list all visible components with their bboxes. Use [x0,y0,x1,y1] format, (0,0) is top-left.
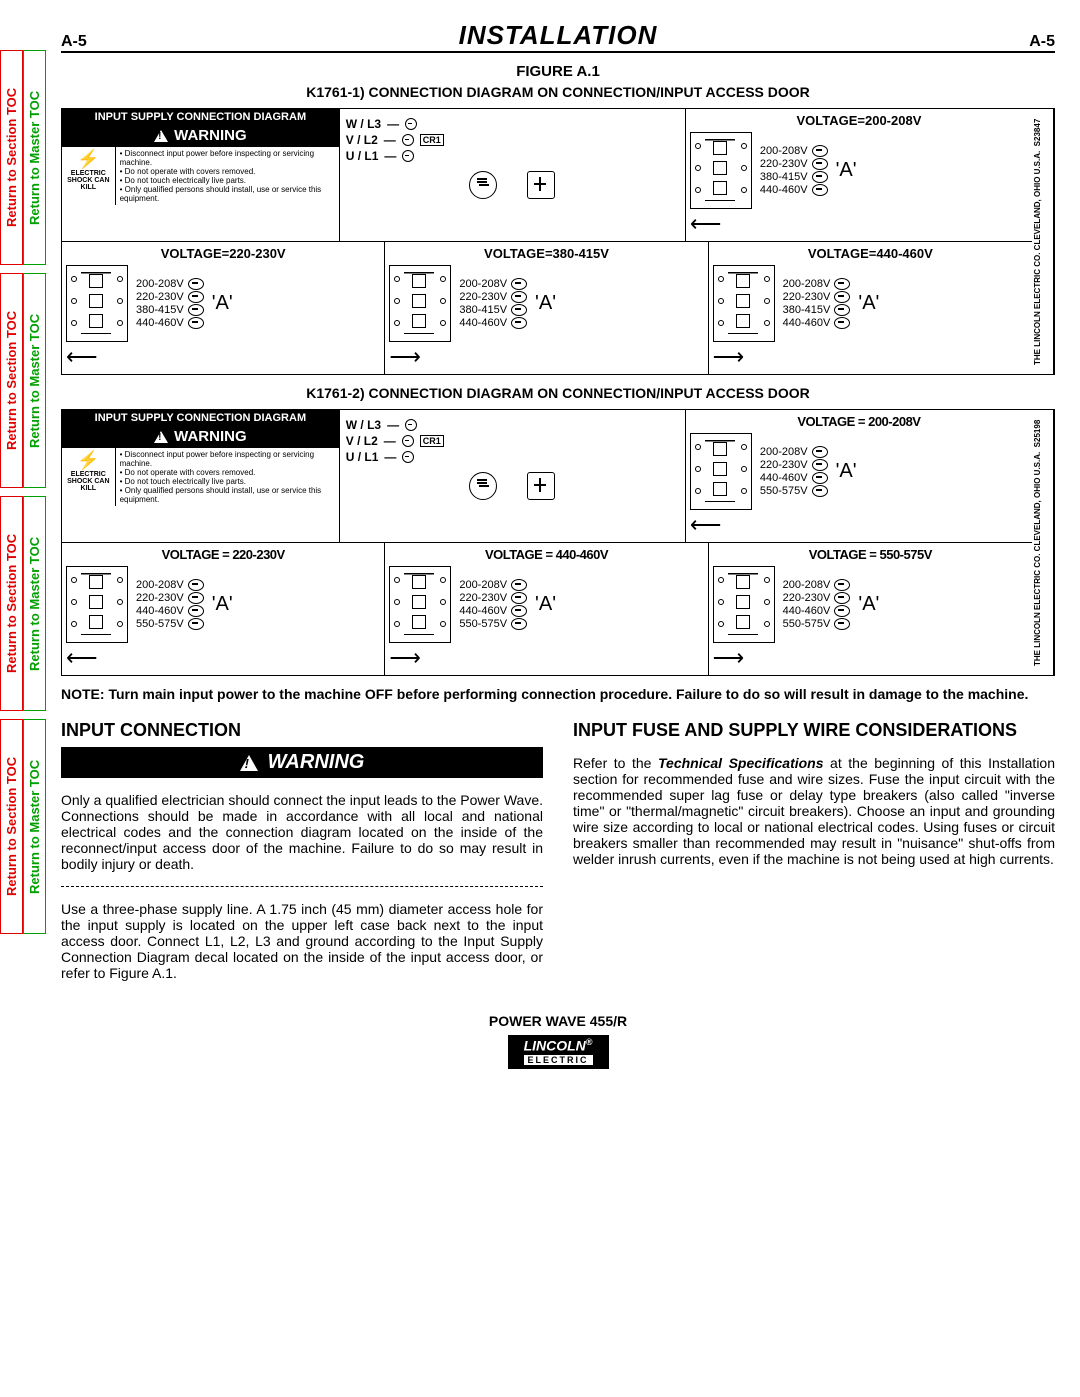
jumper-icon [812,158,828,170]
note-text: NOTE: Turn main input power to the machi… [61,686,1055,702]
warning-bar: WARNING [62,125,339,146]
return-master-toc-3[interactable]: Return to Master TOC [23,496,46,711]
voltage-title: VOLTAGE = 220-230V [66,547,380,562]
company-strip: THE LINCOLN ELECTRIC CO. CLEVELAND, OHIO… [1032,109,1054,374]
reconnect-panel-icon [713,566,775,643]
reconnect-panel-icon [389,566,451,643]
voltage-title: VOLTAGE=440-460V [713,246,1028,261]
return-section-toc-2[interactable]: Return to Section TOC [0,273,23,488]
diagram-k1761-1: INPUT SUPPLY CONNECTION DIAGRAM WARNING … [61,108,1055,375]
paragraph: Use a three-phase supply line. A 1.75 in… [61,901,543,981]
reconnect-panel-icon [690,132,752,209]
cr1-label: CR1 [420,134,444,146]
ground-icon [469,171,497,199]
page-num-left: A-5 [61,33,87,51]
footer-model: POWER WAVE 455/R [61,1013,1055,1029]
ground-icon [469,472,497,500]
return-master-toc-4[interactable]: Return to Master TOC [23,719,46,934]
return-section-toc-1[interactable]: Return to Section TOC [0,50,23,265]
paragraph: Refer to the Technical Specifications at… [573,755,1055,867]
reconnect-panel-icon [713,265,775,342]
reconnect-panel-icon [690,433,752,510]
figure-subtitle-1: K1761-1) CONNECTION DIAGRAM ON CONNECTIO… [61,84,1055,100]
terminal-block: W / L3— V / L2—CR1 U / L1— [340,410,686,543]
shock-icon-box: ⚡ ELECTRIC SHOCK CAN KILL [62,147,116,205]
warning-header: INPUT SUPPLY CONNECTION DIAGRAM [62,109,339,125]
right-column: INPUT FUSE AND SUPPLY WIRE CONSIDERATION… [573,716,1055,995]
terminal-icon [402,150,414,162]
left-column: INPUT CONNECTION WARNING Only a qualifie… [61,716,543,995]
arrow-right-icon: ⟶ [389,645,703,671]
warning-header: INPUT SUPPLY CONNECTION DIAGRAM [62,410,339,426]
side-navigation: Return to Section TOC Return to Master T… [0,0,46,1079]
figure-title: FIGURE A.1 [61,63,1055,80]
warning-banner: WARNING [61,747,543,778]
terminal-block: W / L3— V / L2—CR1 U / L1— [340,109,686,242]
reconnect-panel-icon [66,566,128,643]
company-strip: THE LINCOLN ELECTRIC CO. CLEVELAND, OHIO… [1032,410,1054,675]
return-section-toc-3[interactable]: Return to Section TOC [0,496,23,711]
warning-triangle-icon [154,130,168,142]
arrow-left-icon: ⟵ [66,344,380,370]
jumper-icon [812,184,828,196]
page-content: A-5 INSTALLATION A-5 FIGURE A.1 K1761-1)… [46,0,1080,1079]
return-master-toc-2[interactable]: Return to Master TOC [23,273,46,488]
terminal-icon [405,118,417,130]
jumper-icon [812,145,828,157]
input-connection-heading: INPUT CONNECTION [61,720,543,741]
terminal-icon [402,134,414,146]
arrow-right-icon: ⟶ [389,344,703,370]
voltage-title: VOLTAGE = 550-575V [713,547,1028,562]
arrow-left-icon: ⟵ [66,645,380,671]
a-marker: 'A' [836,159,857,182]
jumper-icon [812,171,828,183]
voltage-title: VOLTAGE=200-208V [690,113,1028,128]
figure-subtitle-2: K1761-2) CONNECTION DIAGRAM ON CONNECTIO… [61,385,1055,401]
warning-list: Disconnect input power before inspecting… [116,147,339,205]
fuse-heading: INPUT FUSE AND SUPPLY WIRE CONSIDERATION… [573,720,1055,741]
return-master-toc-1[interactable]: Return to Master TOC [23,50,46,265]
ground-screw-icon [527,472,555,500]
voltage-title: VOLTAGE=220-230V [66,246,380,261]
electric-shock-icon: ⚡ [64,450,113,471]
voltage-title: VOLTAGE = 440-460V [389,547,703,562]
divider [61,886,543,887]
reconnect-panel-icon [389,265,451,342]
electric-shock-icon: ⚡ [64,149,113,170]
warning-triangle-icon [154,431,168,443]
warning-bar: WARNING [62,426,339,447]
page-title: INSTALLATION [459,20,658,51]
arrow-right-icon: ⟶ [713,645,1028,671]
arrow-right-icon: ⟶ [713,344,1028,370]
return-section-toc-4[interactable]: Return to Section TOC [0,719,23,934]
voltage-title: VOLTAGE = 200-208V [690,414,1028,429]
diagram-k1761-2: INPUT SUPPLY CONNECTION DIAGRAM WARNING … [61,409,1055,676]
ground-screw-icon [527,171,555,199]
lincoln-logo: LINCOLN® ELECTRIC [61,1035,1055,1069]
warning-triangle-icon [240,755,258,771]
arrow-left-icon: ⟵ [690,512,1028,538]
paragraph: Only a qualified electrician should conn… [61,792,543,872]
reconnect-panel-icon [66,265,128,342]
warning-list: Disconnect input power before inspecting… [116,448,339,506]
page-num-right: A-5 [1029,33,1055,51]
voltage-title: VOLTAGE=380-415V [389,246,703,261]
page-header: A-5 INSTALLATION A-5 [61,20,1055,53]
shock-icon-box: ⚡ ELECTRIC SHOCK CAN KILL [62,448,116,506]
arrow-left-icon: ⟵ [690,211,1028,237]
